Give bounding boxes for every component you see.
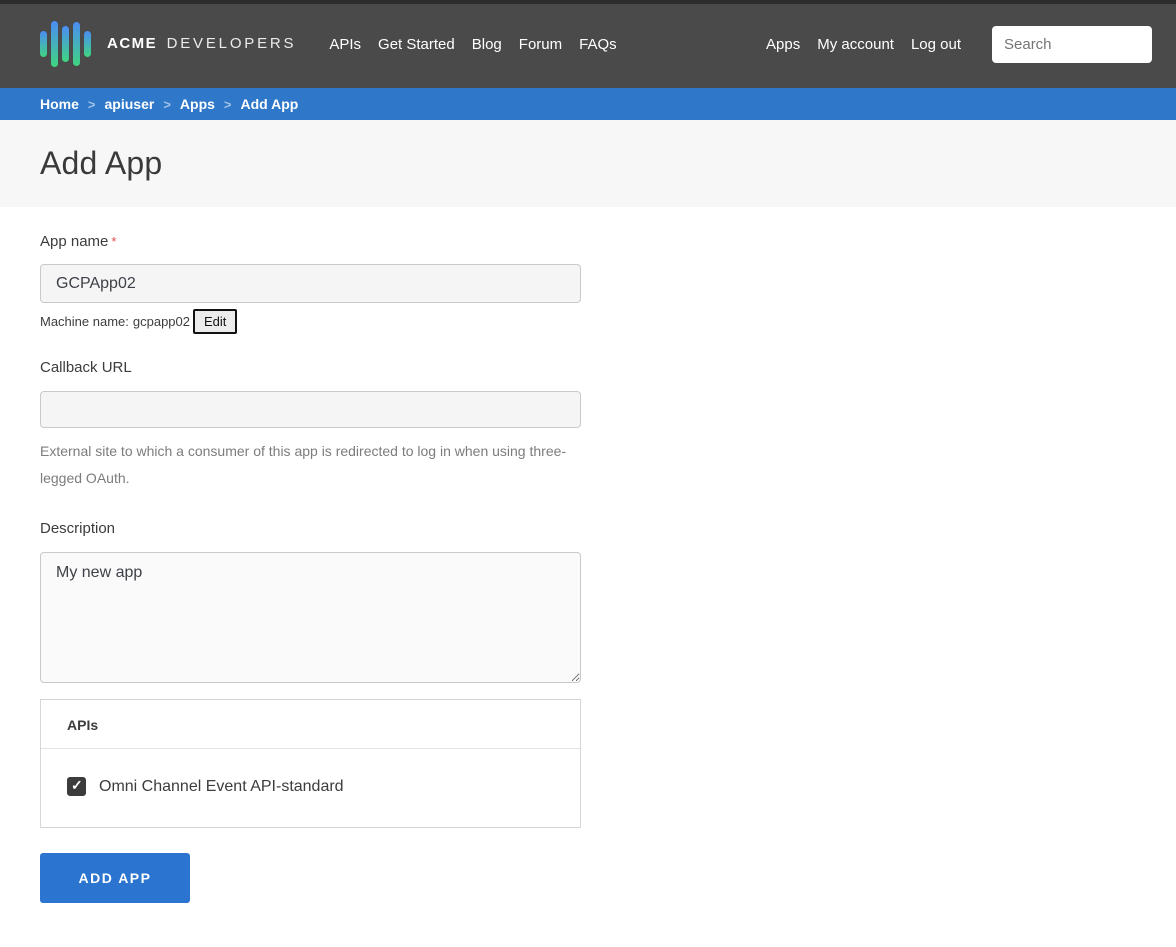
brand-name-bold: ACME (107, 35, 157, 52)
breadcrumb-current-page: Add App (241, 96, 299, 112)
app-name-field: App name* Machine name: gcpapp02 Edit (40, 232, 1136, 334)
breadcrumb-separator: > (88, 97, 96, 112)
app-name-label-text: App name (40, 233, 108, 250)
breadcrumb-separator: > (163, 97, 171, 112)
nav-link-apps[interactable]: Apps (766, 36, 800, 53)
logo-bar (84, 31, 91, 57)
apis-fieldset: APIs Omni Channel Event API-standard (40, 699, 581, 828)
breadcrumb-home[interactable]: Home (40, 96, 79, 112)
app-name-label: App name* (40, 232, 116, 252)
machine-name-value: gcpapp02 (133, 314, 190, 329)
add-app-button[interactable]: ADD APP (40, 853, 190, 903)
description-label: Description (40, 519, 115, 539)
breadcrumb: Home > apiuser > Apps > Add App (0, 88, 1176, 120)
logo-bar (73, 22, 80, 66)
required-marker: * (111, 234, 116, 249)
app-name-input[interactable] (40, 264, 581, 303)
nav-link-my-account[interactable]: My account (817, 36, 894, 53)
page-title: Add App (40, 145, 162, 182)
description-textarea[interactable]: My new app (40, 552, 581, 683)
machine-name-label: Machine name: (40, 314, 129, 329)
breadcrumb-apiuser[interactable]: apiuser (105, 96, 155, 112)
apis-options: Omni Channel Event API-standard (41, 749, 580, 827)
nav-link-apis[interactable]: APIs (329, 36, 361, 53)
logo-bar (40, 31, 47, 57)
apis-legend: APIs (41, 700, 580, 749)
user-nav: Apps My account Log out (766, 26, 1152, 63)
page-header: Add App (0, 120, 1176, 207)
nav-link-faqs[interactable]: FAQs (579, 36, 617, 53)
nav-link-forum[interactable]: Forum (519, 36, 562, 53)
api-option-label: Omni Channel Event API-standard (99, 778, 344, 796)
callback-url-help-text: External site to which a consumer of thi… (40, 438, 581, 492)
nav-link-blog[interactable]: Blog (472, 36, 502, 53)
equalizer-logo-icon (40, 21, 91, 67)
callback-url-field: Callback URL External site to which a co… (40, 358, 1136, 492)
nav-link-log-out[interactable]: Log out (911, 36, 961, 53)
breadcrumb-apps[interactable]: Apps (180, 96, 215, 112)
nav-link-get-started[interactable]: Get Started (378, 36, 455, 53)
logo-bar (62, 26, 69, 62)
brand-name-light: DEVELOPERS (167, 35, 297, 52)
brand-logo-link[interactable]: ACME DEVELOPERS (40, 21, 296, 67)
search-input[interactable] (992, 26, 1152, 63)
top-nav-inner: ACME DEVELOPERS APIs Get Started Blog Fo… (0, 4, 1176, 84)
top-nav: ACME DEVELOPERS APIs Get Started Blog Fo… (0, 4, 1176, 88)
description-field: Description My new app (40, 519, 1136, 683)
main-content: App name* Machine name: gcpapp02 Edit Ca… (0, 232, 1176, 947)
logo-bar (51, 21, 58, 67)
breadcrumb-separator: > (224, 97, 232, 112)
brand-text: ACME DEVELOPERS (107, 35, 296, 53)
edit-machine-name-button[interactable]: Edit (193, 309, 237, 334)
machine-name-row: Machine name: gcpapp02 Edit (40, 309, 1136, 334)
callback-url-input[interactable] (40, 391, 581, 428)
api-checkbox[interactable] (67, 777, 86, 796)
primary-nav: APIs Get Started Blog Forum FAQs (329, 36, 616, 53)
callback-url-label: Callback URL (40, 358, 132, 378)
add-app-form: App name* Machine name: gcpapp02 Edit Ca… (40, 232, 1136, 903)
api-option-row[interactable]: Omni Channel Event API-standard (67, 777, 554, 796)
